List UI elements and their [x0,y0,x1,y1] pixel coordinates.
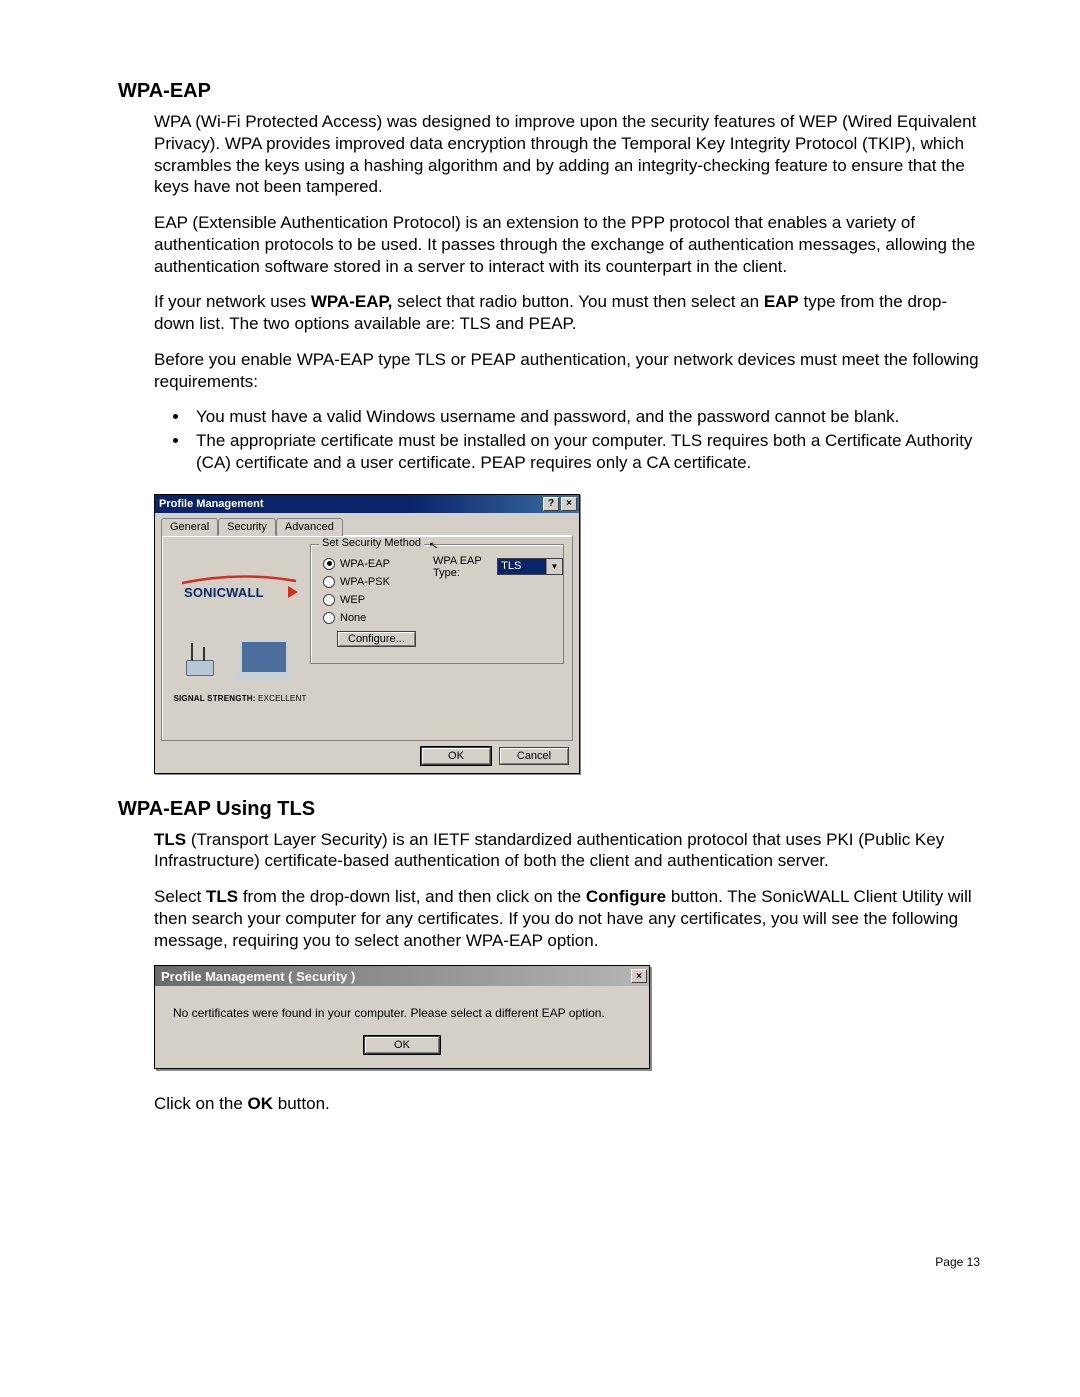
signal-value: EXCELLENT [256,694,307,703]
requirements-list: You must have a valid Windows username a… [118,406,980,473]
list-item: You must have a valid Windows username a… [190,406,980,428]
router-icon [186,660,214,676]
text-fragment: from the drop-down list, and then click … [238,887,586,906]
para-eap-intro: EAP (Extensible Authentication Protocol)… [118,212,980,277]
configure-button[interactable]: Configure... [337,631,416,647]
radio-label: None [340,612,366,624]
para-click-ok: Click on the OK button. [118,1093,980,1115]
dialog-message: No certificates were found in your compu… [155,986,649,1030]
swoosh-icon [180,575,298,583]
para-wpa-intro: WPA (Wi-Fi Protected Access) was designe… [118,111,980,198]
radio-icon [323,612,335,624]
close-button[interactable]: × [561,497,577,511]
dialog-title: Profile Management ( Security ) [161,969,629,984]
bold-configure: Configure [586,887,666,906]
dialog-button-row: OK [155,1030,649,1068]
bold-tls: TLS [154,830,186,849]
para-requirements-intro: Before you enable WPA-EAP type TLS or PE… [118,349,980,393]
text-fragment: button. [273,1094,330,1113]
bold-wpa-eap: WPA-EAP, [311,292,393,311]
radio-label: WPA-EAP [340,558,390,570]
eap-type-row: WPA EAP Type: TLS ▼ [433,555,563,579]
no-certificates-dialog: Profile Management ( Security ) × No cer… [154,965,650,1069]
page-footer: Page 13 [118,1255,980,1269]
radio-label: WEP [340,594,365,606]
ok-button[interactable]: OK [421,747,491,765]
eap-type-label: WPA EAP Type: [433,555,491,579]
laptop-icon [240,640,290,680]
text-fragment: Select [154,887,206,906]
tab-advanced[interactable]: Advanced [276,518,343,536]
list-item: The appropriate certificate must be inst… [190,430,980,474]
tab-security[interactable]: Security [218,518,276,536]
bold-tls2: TLS [206,887,238,906]
security-method-fieldset: Set Security Method ↖ WPA-EAP WPA-PSK WE… [310,544,564,664]
eap-type-dropdown[interactable]: TLS ▼ [497,558,563,575]
text-fragment: If your network uses [154,292,311,311]
radio-icon [323,594,335,606]
dropdown-value: TLS [498,559,546,574]
radio-label: WPA-PSK [340,576,390,588]
radio-icon [323,558,335,570]
text-fragment: select that radio button. You must then … [392,292,763,311]
para-select-tls: Select TLS from the drop-down list, and … [118,886,980,951]
dialog-left-column: SONICWALL SIGNAL STRENGTH: EXCELLENT [170,544,310,732]
dialog-title: Profile Management [159,498,541,510]
tab-general[interactable]: General [161,518,218,536]
signal-strength-label: SIGNAL STRENGTH: EXCELLENT [173,694,306,703]
logo-arrow-icon [288,586,298,598]
dialog-titlebar: Profile Management ? × [155,495,579,513]
tab-strip: General Security Advanced [155,513,579,535]
cursor-icon: ↖ [428,538,439,552]
close-button[interactable]: × [631,969,647,983]
radio-wep[interactable]: WEP [323,591,553,609]
heading-wpa-eap: WPA-EAP [118,80,980,103]
document-page: WPA-EAP WPA (Wi-Fi Protected Access) was… [0,0,1080,1309]
signal-label: SIGNAL STRENGTH: [173,694,255,703]
dialog-titlebar: Profile Management ( Security ) × [155,966,649,986]
profile-management-dialog: Profile Management ? × General Security … [154,494,580,774]
para-tls-intro: TLS (Transport Layer Security) is an IET… [118,829,980,873]
radio-icon [323,576,335,588]
text-fragment: (Transport Layer Security) is an IETF st… [154,830,944,871]
fieldset-legend: Set Security Method [319,537,424,549]
security-tab-panel: SONICWALL SIGNAL STRENGTH: EXCELLENT Set… [161,535,573,741]
text-fragment: Click on the [154,1094,248,1113]
chevron-down-icon: ▼ [546,559,562,574]
dialog-button-row: OK Cancel [155,747,579,773]
hardware-illustration [180,630,300,680]
radio-none[interactable]: None [323,609,553,627]
sonicwall-logo: SONICWALL [180,568,300,608]
para-select-wpa-eap: If your network uses WPA-EAP, select tha… [118,291,980,335]
logo-text: SONICWALL [184,585,264,600]
heading-wpa-eap-tls: WPA-EAP Using TLS [118,798,980,821]
bold-eap: EAP [764,292,799,311]
ok-button[interactable]: OK [364,1036,440,1054]
help-button[interactable]: ? [543,497,559,511]
bold-ok: OK [248,1094,274,1113]
cancel-button[interactable]: Cancel [499,747,569,765]
